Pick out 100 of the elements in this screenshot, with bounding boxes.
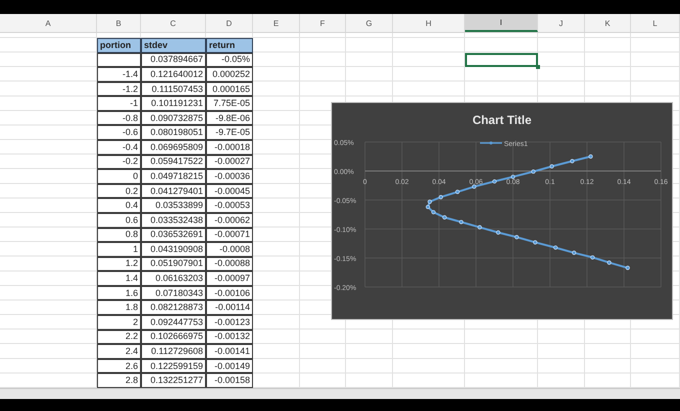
table-cell: 0.112729608 (141, 344, 206, 359)
table-cell: 0.090732875 (141, 110, 206, 126)
data-point (626, 266, 630, 270)
table-cell: -9.7E-05 (206, 125, 253, 140)
table-cell: 1.8 (97, 300, 141, 315)
fill-handle[interactable] (536, 65, 540, 70)
column-header[interactable]: I (465, 14, 538, 32)
table-cell: 0.4 (97, 198, 141, 213)
data-point (570, 159, 574, 164)
data-point (510, 174, 516, 179)
data-point (514, 235, 519, 240)
column-header[interactable]: G (346, 14, 393, 32)
table-cell: 0.059417522 (141, 154, 206, 170)
table-cell: 0.036532691 (141, 228, 206, 242)
table-cell: -0.00027 (206, 154, 253, 170)
table-cell: 0.051907901 (141, 256, 206, 272)
data-point (472, 184, 476, 189)
table-cell: -0.00097 (206, 271, 253, 286)
table-cell: -0.4 (97, 140, 141, 155)
column-heading: return (206, 38, 253, 53)
column-header[interactable]: F (300, 14, 346, 32)
table-cell: 1.6 (97, 286, 141, 300)
table-cell: 0.101191231 (141, 96, 206, 111)
column-header[interactable]: B (97, 14, 141, 32)
table-cell: 0.069695809 (141, 140, 206, 155)
table-cell: 0.043190908 (141, 242, 206, 257)
table-cell: -1.4 (97, 67, 141, 82)
table-cell: -0.00114 (206, 300, 253, 315)
table-cell: -0.00036 (206, 169, 253, 184)
data-point (531, 169, 536, 174)
column-header[interactable]: D (206, 14, 253, 32)
table-cell: 0.000165 (206, 82, 253, 96)
table-cell: 1.4 (97, 271, 141, 286)
table-cell: 0.132251277 (141, 373, 206, 388)
table-cell: 2.8 (97, 373, 141, 388)
table-cell: -0.00018 (206, 140, 253, 155)
table-cell: 0.000252 (206, 67, 253, 82)
table-cell: 0.037894667 (141, 52, 206, 68)
column-header[interactable]: E (253, 14, 300, 32)
table-cell: -0.00053 (206, 198, 253, 213)
table-cell: 0.121640012 (141, 67, 206, 82)
table-cell: -9.8E-06 (206, 110, 253, 126)
data-point (588, 154, 593, 159)
table-cell: 2 (97, 314, 141, 330)
table-cell: 0.07180343 (141, 286, 206, 300)
table-cell: 1 (97, 242, 141, 257)
table-cell: -0.00071 (206, 228, 253, 242)
table-cell: 1.2 (97, 256, 141, 272)
column-heading: portion (97, 38, 141, 53)
data-point (438, 195, 443, 200)
column-heading: stdev (141, 38, 206, 53)
table-cell: 0.111507453 (141, 82, 206, 96)
data-point (550, 164, 554, 168)
table-cell: 2.2 (97, 330, 141, 344)
column-header[interactable]: J (538, 14, 585, 32)
column-header[interactable]: K (585, 14, 631, 32)
table-cell: 0.049718215 (141, 169, 206, 184)
table-cell: -0.00045 (206, 184, 253, 198)
data-point (607, 260, 612, 265)
table-cell: -1.2 (97, 82, 141, 96)
table-cell: 2.4 (97, 344, 141, 359)
data-point (496, 230, 500, 235)
legend-line-icon (480, 142, 502, 144)
table-cell: 0.6 (97, 212, 141, 228)
table-cell: -0.6 (97, 125, 141, 140)
table-cell: 0.080198051 (141, 125, 206, 140)
table-cell: 2.6 (97, 358, 141, 374)
table-cell: -1 (97, 96, 141, 111)
column-header[interactable]: A (0, 14, 97, 32)
table-cell: -0.05% (206, 52, 253, 68)
table-cell: 0.033532438 (141, 212, 206, 228)
table-cell: 7.75E-05 (206, 96, 253, 111)
data-point (492, 179, 497, 184)
table-cell: -0.00106 (206, 286, 253, 300)
data-point (553, 245, 558, 250)
active-cell[interactable] (465, 52, 538, 68)
table-cell: 0.082128873 (141, 300, 206, 315)
table-cell: -0.00149 (206, 358, 253, 374)
table-cell: -0.2 (97, 154, 141, 170)
table-cell: -0.00062 (206, 212, 253, 228)
data-point (533, 240, 538, 244)
column-header[interactable]: C (141, 14, 206, 32)
table-cell: -0.00123 (206, 314, 253, 330)
table-cell: 0.8 (97, 228, 141, 242)
table-cell: -0.8 (97, 110, 141, 126)
table-cell: 0.092447753 (141, 314, 206, 330)
table-cell: -0.00141 (206, 344, 253, 359)
table-cell: 0.2 (97, 184, 141, 198)
data-point (572, 250, 576, 255)
chart-title: Chart Title (472, 113, 532, 127)
data-point (590, 255, 595, 260)
data-point (478, 225, 482, 230)
table-cell: 0 (97, 169, 141, 184)
data-point (455, 190, 460, 194)
table-cell: 0.102666975 (141, 330, 206, 344)
column-header[interactable]: L (631, 14, 680, 32)
table-cell: 0.041279401 (141, 184, 206, 198)
data-point (459, 220, 464, 224)
table-cell: -0.0008 (206, 242, 253, 257)
data-point (442, 215, 447, 220)
